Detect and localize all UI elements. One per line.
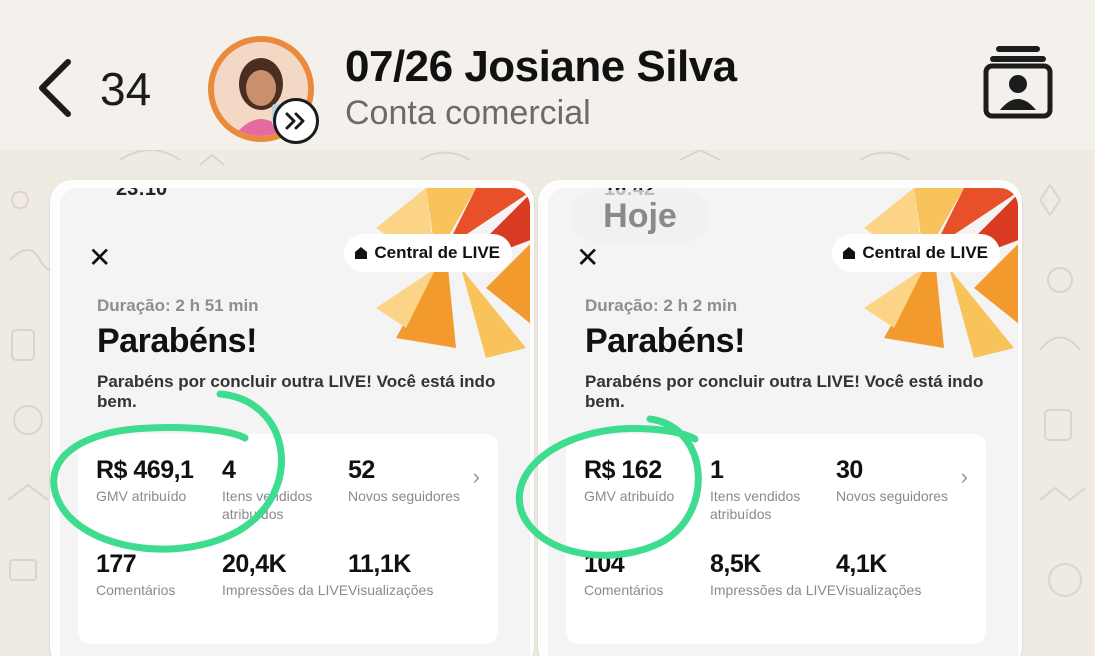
stat-views: 4,1K Visualizações xyxy=(836,550,964,599)
central-de-live-button[interactable]: Central de LIVE xyxy=(832,234,1000,272)
congrats-title: Parabéns! xyxy=(97,322,257,360)
close-icon[interactable]: ✕ xyxy=(576,244,599,272)
stat-label: GMV atribuído xyxy=(584,488,675,504)
channel-forward-icon xyxy=(273,98,319,144)
stat-label: Visualizações xyxy=(836,582,922,598)
central-de-live-label: Central de LIVE xyxy=(374,243,500,262)
stat-value: R$ 162 xyxy=(584,456,662,484)
chevron-right-icon[interactable]: › xyxy=(473,464,480,490)
stat-comments: 104 Comentários xyxy=(584,550,712,599)
stat-label: Novos seguidores xyxy=(348,488,461,504)
stat-value: 8,5K xyxy=(710,550,761,578)
live-duration: Duração: 2 h 2 min xyxy=(585,296,738,315)
close-icon[interactable]: ✕ xyxy=(88,244,111,272)
stat-impressions: 20,4K Impressões da LIVE xyxy=(222,550,350,599)
stat-items-sold: 4 Itens vendidos atribuídos xyxy=(222,456,350,523)
status-bar-time: 23:10 xyxy=(116,188,168,200)
stat-value: 177 xyxy=(96,550,137,578)
live-summary-screenshot-2[interactable]: 16:42 ✕ Central de LIVE Duração: 2 h 2 m… xyxy=(538,180,1022,656)
contact-card-icon[interactable] xyxy=(982,44,1054,120)
stat-value: 11,1K xyxy=(348,550,411,578)
home-icon xyxy=(843,247,856,259)
contact-subtitle: Conta comercial xyxy=(345,94,591,132)
date-chip: Hoje xyxy=(570,190,710,242)
congrats-message: Parabéns por concluir outra LIVE! Você e… xyxy=(585,372,984,411)
unread-count[interactable]: 34 xyxy=(100,62,151,116)
stat-comments: 177 Comentários xyxy=(96,550,224,599)
stat-new-followers: 30 Novos seguidores xyxy=(836,456,964,505)
live-summary-screen: 23:10 ✕ Central de LIVE Duração: 2 h 51 … xyxy=(60,188,530,656)
stat-label: Novos seguidores xyxy=(836,488,949,504)
celebration-rays xyxy=(864,188,1018,358)
stat-value: R$ 469,1 xyxy=(96,456,194,484)
live-summary-screen: 16:42 ✕ Central de LIVE Duração: 2 h 2 m… xyxy=(548,188,1018,656)
stats-panel[interactable]: R$ 162 GMV atribuído 1 Itens vendidos at… xyxy=(566,434,986,644)
stat-label: Itens vendidos atribuídos xyxy=(710,488,801,522)
stat-label: Impressões da LIVE xyxy=(710,582,837,598)
stat-label: Comentários xyxy=(96,582,176,598)
central-de-live-button[interactable]: Central de LIVE xyxy=(344,234,512,272)
stat-value: 4,1K xyxy=(836,550,887,578)
stat-label: GMV atribuído xyxy=(96,488,187,504)
congrats-message: Parabéns por concluir outra LIVE! Você e… xyxy=(97,372,496,411)
stat-new-followers: 52 Novos seguidores xyxy=(348,456,476,505)
central-de-live-label: Central de LIVE xyxy=(862,243,988,262)
live-summary-screenshot-1[interactable]: 23:10 ✕ Central de LIVE Duração: 2 h 51 … xyxy=(50,180,534,656)
stat-label: Itens vendidos atribuídos xyxy=(222,488,313,522)
stat-value: 52 xyxy=(348,456,375,484)
stat-value: 20,4K xyxy=(222,550,287,578)
stat-items-sold: 1 Itens vendidos atribuídos xyxy=(710,456,838,523)
stat-gmv: R$ 162 GMV atribuído xyxy=(584,456,712,505)
congrats-title: Parabéns! xyxy=(585,322,745,360)
celebration-rays xyxy=(376,188,530,358)
contact-name[interactable]: 07/26 Josiane Silva xyxy=(345,42,737,92)
home-icon xyxy=(355,247,368,259)
stat-label: Impressões da LIVE xyxy=(222,582,349,598)
stat-gmv: R$ 469,1 GMV atribuído xyxy=(96,456,224,505)
stat-value: 1 xyxy=(710,456,724,484)
chevron-right-icon[interactable]: › xyxy=(961,464,968,490)
stat-value: 30 xyxy=(836,456,863,484)
stat-views: 11,1K Visualizações xyxy=(348,550,476,599)
stats-panel[interactable]: R$ 469,1 GMV atribuído 4 Itens vendidos … xyxy=(78,434,498,644)
stat-value: 104 xyxy=(584,550,625,578)
stat-label: Comentários xyxy=(584,582,664,598)
stat-impressions: 8,5K Impressões da LIVE xyxy=(710,550,838,599)
chat-header: 34 07/26 Josiane Silva Conta comercial xyxy=(0,0,1095,150)
back-chevron-icon[interactable] xyxy=(34,58,74,118)
stat-label: Visualizações xyxy=(348,582,434,598)
live-duration: Duração: 2 h 51 min xyxy=(97,296,259,315)
stat-value: 4 xyxy=(222,456,236,484)
